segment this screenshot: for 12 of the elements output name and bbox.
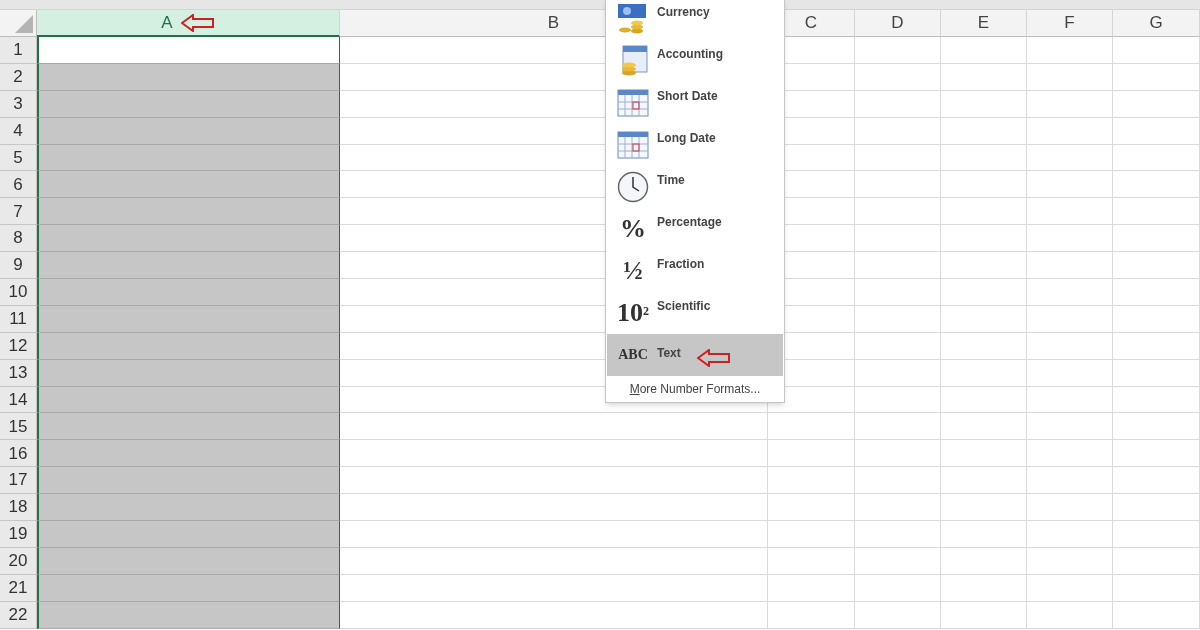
- format-glyph: %: [620, 216, 646, 242]
- format-glyph: ½: [623, 258, 643, 284]
- menu-item-label: Short Date: [657, 88, 718, 105]
- menu-item-label: Accounting: [657, 46, 723, 63]
- menu-item-label: Scientific: [657, 298, 711, 315]
- menu-item-label: Fraction: [657, 256, 705, 273]
- format-glyph: ABC: [618, 348, 648, 362]
- menu-item-label: Percentage: [657, 214, 722, 231]
- menu-item-label: Long Date: [657, 130, 716, 147]
- menu-item-label: Text: [657, 345, 681, 362]
- format-glyph: 10$^{2}$: [617, 300, 649, 326]
- menu-item-label: Time: [657, 172, 685, 189]
